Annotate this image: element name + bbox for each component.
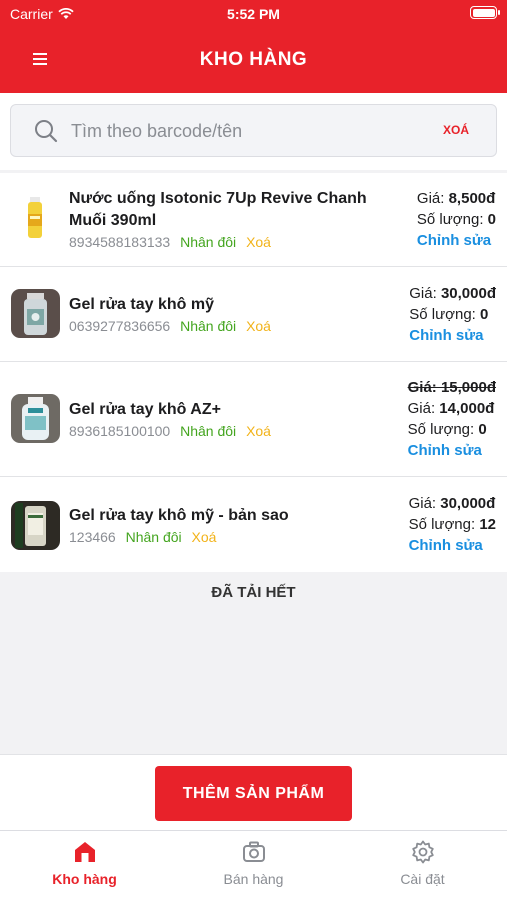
search-icon xyxy=(35,120,58,143)
qty-row: Số lượng: 0 xyxy=(409,304,496,325)
duplicate-button[interactable]: Nhân đôi xyxy=(180,234,236,250)
edit-button[interactable]: Chỉnh sửa xyxy=(408,440,496,461)
gear-icon xyxy=(411,840,434,864)
product-meta: 8934588183133 Nhân đôi Xoá xyxy=(69,234,271,250)
delete-button[interactable]: Xoá xyxy=(246,423,271,439)
product-price: 30,000đ xyxy=(440,285,496,302)
price-row: Giá: 8,500đ xyxy=(417,188,496,209)
product-info: Giá: 30,000đ Số lượng: 0 Chỉnh sửa xyxy=(409,283,496,346)
status-bar: Carrier 5:52 PM xyxy=(0,0,507,30)
product-name: Gel rửa tay khô mỹ xyxy=(69,296,214,313)
home-icon xyxy=(74,842,95,862)
qty-row: Số lượng: 0 xyxy=(408,419,496,440)
product-image xyxy=(11,501,60,550)
price-row: Giá: 30,000đ xyxy=(409,493,496,514)
search-input[interactable] xyxy=(71,115,431,147)
search-bar: XOÁ xyxy=(0,93,507,170)
clear-search-button[interactable]: XOÁ xyxy=(443,123,469,137)
tab-inventory[interactable]: Kho hàng xyxy=(0,839,169,887)
duplicate-button[interactable]: Nhân đôi xyxy=(126,529,182,545)
product-qty: 0 xyxy=(480,306,489,323)
product-meta: 0639277836656 Nhân đôi Xoá xyxy=(69,318,271,334)
product-image xyxy=(11,394,60,443)
qty-label: Số lượng: xyxy=(416,211,488,228)
edit-button[interactable]: Chỉnh sửa xyxy=(409,535,496,556)
product-image xyxy=(11,194,60,243)
tab-bar: Kho hàng Bán hàng Cài đặt xyxy=(0,830,507,900)
product-name: Nước uống Isotonic 7Up Revive Chanh Muối… xyxy=(69,190,367,229)
product-name: Gel rửa tay khô mỹ - bản sao xyxy=(69,507,289,524)
product-qty: 0 xyxy=(487,211,496,228)
product-meta: 8936185100100 Nhân đôi Xoá xyxy=(69,423,271,439)
edit-button[interactable]: Chỉnh sửa xyxy=(409,325,496,346)
status-time: 5:52 PM xyxy=(227,6,280,22)
add-product-bar: THÊM SẢN PHẨM xyxy=(0,754,507,830)
duplicate-button[interactable]: Nhân đôi xyxy=(180,318,236,334)
product-image xyxy=(11,289,60,338)
product-price: 30,000đ xyxy=(440,495,496,512)
qty-label: Số lượng: xyxy=(408,516,480,533)
tab-sales[interactable]: Bán hàng xyxy=(169,839,338,887)
product-price: 14,000đ xyxy=(439,400,495,417)
product-barcode: 0639277836656 xyxy=(69,318,171,334)
price-row: Giá: 30,000đ xyxy=(409,283,496,304)
product-barcode: 8936185100100 xyxy=(69,423,171,439)
tab-label: Cài đặt xyxy=(400,871,445,887)
tab-label: Bán hàng xyxy=(223,871,284,887)
old-price-row: Giá: 15,000đ xyxy=(408,377,496,398)
delete-button[interactable]: Xoá xyxy=(246,234,271,250)
edit-button[interactable]: Chỉnh sửa xyxy=(417,230,496,251)
product-item[interactable]: Gel rửa tay khô mỹ 0639277836656 Nhân đô… xyxy=(0,267,507,362)
delete-button[interactable]: Xoá xyxy=(246,318,271,334)
product-list: Nước uống Isotonic 7Up Revive Chanh Muối… xyxy=(0,173,507,572)
qty-label: Số lượng: xyxy=(407,421,479,438)
product-meta: 123466 Nhân đôi Xoá xyxy=(69,529,216,545)
qty-row: Số lượng: 12 xyxy=(409,514,496,535)
price-label: Giá: xyxy=(409,285,441,302)
price-row: Giá: 14,000đ xyxy=(408,398,496,419)
qty-label: Số lượng: xyxy=(409,306,481,323)
tab-settings[interactable]: Cài đặt xyxy=(338,839,507,887)
add-product-button[interactable]: THÊM SẢN PHẨM xyxy=(155,766,352,821)
product-info: Giá: 30,000đ Số lượng: 12 Chỉnh sửa xyxy=(409,493,496,556)
product-price: 8,500đ xyxy=(448,190,496,207)
battery-icon xyxy=(470,6,500,19)
app-header: Carrier 5:52 PM KHO HÀNG xyxy=(0,0,507,93)
product-item[interactable]: Gel rửa tay khô AZ+ 8936185100100 Nhân đ… xyxy=(0,362,507,477)
search-box: XOÁ xyxy=(10,104,497,157)
price-label: Giá: xyxy=(407,400,440,417)
product-item[interactable]: Gel rửa tay khô mỹ - bản sao 123466 Nhân… xyxy=(0,477,507,572)
price-label: Giá: xyxy=(408,495,441,512)
product-qty: 0 xyxy=(478,421,487,438)
product-name: Gel rửa tay khô AZ+ xyxy=(69,401,221,418)
product-qty: 12 xyxy=(479,516,496,533)
list-end-label: ĐÃ TẢI HẾT xyxy=(211,584,296,601)
product-info: Giá: 15,000đ Giá: 14,000đ Số lượng: 0 Ch… xyxy=(408,377,496,461)
old-price: Giá: 15,000đ xyxy=(407,379,496,396)
qty-row: Số lượng: 0 xyxy=(417,209,496,230)
tab-label: Kho hàng xyxy=(52,871,117,887)
price-label: Giá: xyxy=(416,190,449,207)
product-info: Giá: 8,500đ Số lượng: 0 Chỉnh sửa xyxy=(417,188,496,251)
page-title: KHO HÀNG xyxy=(199,49,308,70)
delete-button[interactable]: Xoá xyxy=(192,529,217,545)
duplicate-button[interactable]: Nhân đôi xyxy=(180,423,236,439)
camera-icon xyxy=(242,841,265,862)
product-barcode: 8934588183133 xyxy=(69,234,171,250)
product-item[interactable]: Nước uống Isotonic 7Up Revive Chanh Muối… xyxy=(0,173,507,267)
product-barcode: 123466 xyxy=(69,529,116,545)
